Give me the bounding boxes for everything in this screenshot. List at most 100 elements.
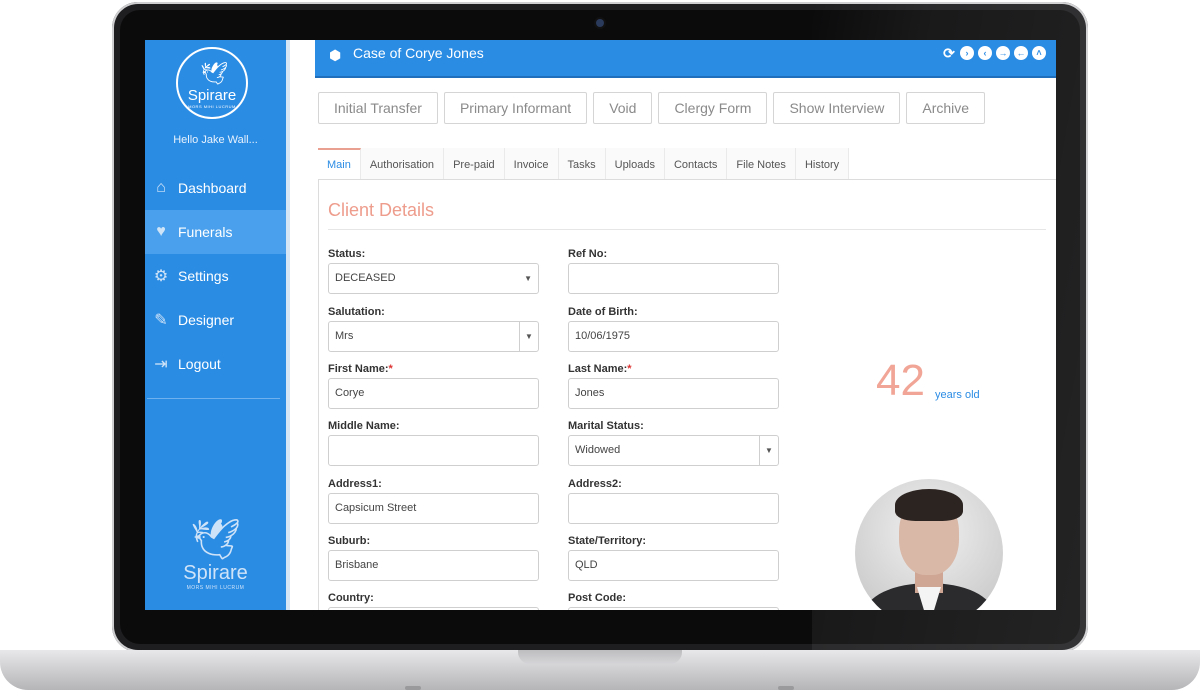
sidebar-item-dashboard[interactable]: ⌂ Dashboard [145,166,286,210]
caret-down-icon: ▼ [524,274,532,283]
last-name-label-text: Last Name: [568,363,628,375]
sidebar-nav: ⌂ Dashboard ♥ Funerals ⚙ Settings ✎ Desi… [145,166,286,386]
marital-status-select[interactable]: Widowed ▼ [568,435,779,466]
chevron-right-circle-icon[interactable]: › [960,46,974,60]
address2-input[interactable] [568,493,779,524]
marital-status-value: Widowed [575,444,621,456]
case-header: ⬢ Case of Corye Jones ⟳ › ‹ → ← ˄ [315,40,1056,76]
marital-status-label: Marital Status: [568,420,644,432]
tab-invoice[interactable]: Invoice [504,148,559,180]
sidebar-item-label: Dashboard [178,180,247,196]
first-name-label-text: First Name: [328,363,389,375]
middle-name-label: Middle Name: [328,420,400,432]
sidebar-item-funerals[interactable]: ♥ Funerals [145,210,286,254]
home-icon: ⌂ [156,179,166,196]
tab-pre-paid[interactable]: Pre-paid [444,148,505,180]
first-name-input[interactable]: Corye [328,378,539,409]
brand-name: Spirare [183,562,248,584]
tab-history[interactable]: History [795,148,850,180]
dob-label: Date of Birth: [568,306,638,318]
case-title: Case of Corye Jones [353,45,484,61]
required-marker: * [627,363,632,375]
salutation-select[interactable]: Mrs ▼ [328,321,539,352]
sidebar-item-settings[interactable]: ⚙ Settings [145,254,286,298]
webcam-icon [596,19,604,27]
chevron-left-circle-icon[interactable]: ‹ [978,46,992,60]
dove-icon: 🕊 [190,518,241,562]
middle-name-input[interactable] [328,435,539,466]
country-label: Country: [328,592,374,604]
required-marker: * [388,363,393,375]
refresh-icon[interactable]: ⟳ [942,46,956,60]
brand-tagline: MORS MIHI LUCRUM [186,585,245,591]
laptop-foot-right [778,686,794,690]
sidebar-item-designer[interactable]: ✎ Designer [145,298,286,342]
primary-informant-button[interactable]: Primary Informant [443,92,588,124]
status-label: Status: [328,248,366,260]
status-value: DECEASED [335,272,396,284]
age-unit: years old [935,389,980,401]
laptop-notch [518,650,682,664]
brand-tagline: MORS MIHI LUCRUM [188,104,236,109]
address2-label: Address2: [568,478,622,490]
sidebar-divider [147,398,280,399]
arrow-left-circle-icon[interactable]: ← [1014,46,1028,60]
last-name-label: Last Name:* [568,363,632,375]
address1-label: Address1: [328,478,382,490]
clergy-form-button[interactable]: Clergy Form [658,92,768,124]
caret-down-icon: ▼ [759,436,778,465]
sidebar-item-label: Settings [178,268,229,284]
sidebar-item-label: Logout [178,356,221,372]
section-title: Client Details [328,200,435,220]
sidebar: 🕊 Spirare MORS MIHI LUCRUM Hello Jake Wa… [145,40,286,610]
archive-button[interactable]: Archive [906,92,986,124]
tab-authorisation[interactable]: Authorisation [360,148,445,180]
void-button[interactable]: Void [593,92,653,124]
caret-down-icon: ▼ [519,322,538,351]
case-actions: Initial Transfer Primary Informant Void … [318,92,986,124]
sidebar-item-label: Funerals [178,224,233,240]
first-name-label: First Name:* [328,363,393,375]
suburb-input[interactable]: Brisbane [328,550,539,581]
brand-logo[interactable]: 🕊 Spirare MORS MIHI LUCRUM [176,47,248,119]
tab-tasks[interactable]: Tasks [558,148,606,180]
heartbeat-icon: ♥ [156,223,166,240]
tab-file-notes[interactable]: File Notes [727,148,796,180]
state-input[interactable]: QLD [568,550,779,581]
last-name-input[interactable]: Jones [568,378,779,409]
ref-no-input[interactable] [568,263,779,294]
show-interview-button[interactable]: Show Interview [773,92,901,124]
sidebar-item-logout[interactable]: ⇥ Logout [145,342,286,386]
brand-name: Spirare [187,87,237,104]
case-tabs: Main Authorisation Pre-paid Invoice Task… [318,148,850,180]
status-select[interactable]: DECEASED ▼ [328,263,539,294]
post-code-label: Post Code: [568,592,627,604]
address1-input[interactable]: Capsicum Street [328,493,539,524]
user-greeting: Hello Jake Wall... [173,134,258,146]
sidebar-item-label: Designer [178,312,235,328]
arrow-right-circle-icon[interactable]: → [996,46,1010,60]
section-divider [328,229,1046,230]
header-controls: ⟳ › ‹ → ← ˄ [942,46,1046,60]
salutation-value: Mrs [335,330,354,342]
dob-input[interactable]: 10/06/1975 [568,321,779,352]
photo-hair [895,489,963,521]
tab-main[interactable]: Main [318,148,361,180]
app-screen: 🕊 Spirare MORS MIHI LUCRUM Hello Jake Wa… [145,40,1056,610]
suburb-label: Suburb: [328,535,371,547]
cube-icon: ⬢ [329,47,342,63]
gears-icon: ⚙ [153,268,169,285]
country-input[interactable] [328,607,539,610]
post-code-input[interactable] [568,607,779,610]
laptop-foot-left [405,686,421,690]
dove-icon: 🕊 [200,61,228,86]
pencil-icon: ✎ [154,312,168,329]
tab-contacts[interactable]: Contacts [664,148,728,180]
initial-transfer-button[interactable]: Initial Transfer [318,92,438,124]
chevron-up-circle-icon[interactable]: ˄ [1032,46,1046,60]
brand-logo-footer: 🕊 Spirare MORS MIHI LUCRUM [145,520,286,591]
sidebar-edge [286,40,290,610]
tab-uploads[interactable]: Uploads [605,148,665,180]
age-value: 42 [876,356,925,405]
state-label: State/Territory: [568,535,647,547]
